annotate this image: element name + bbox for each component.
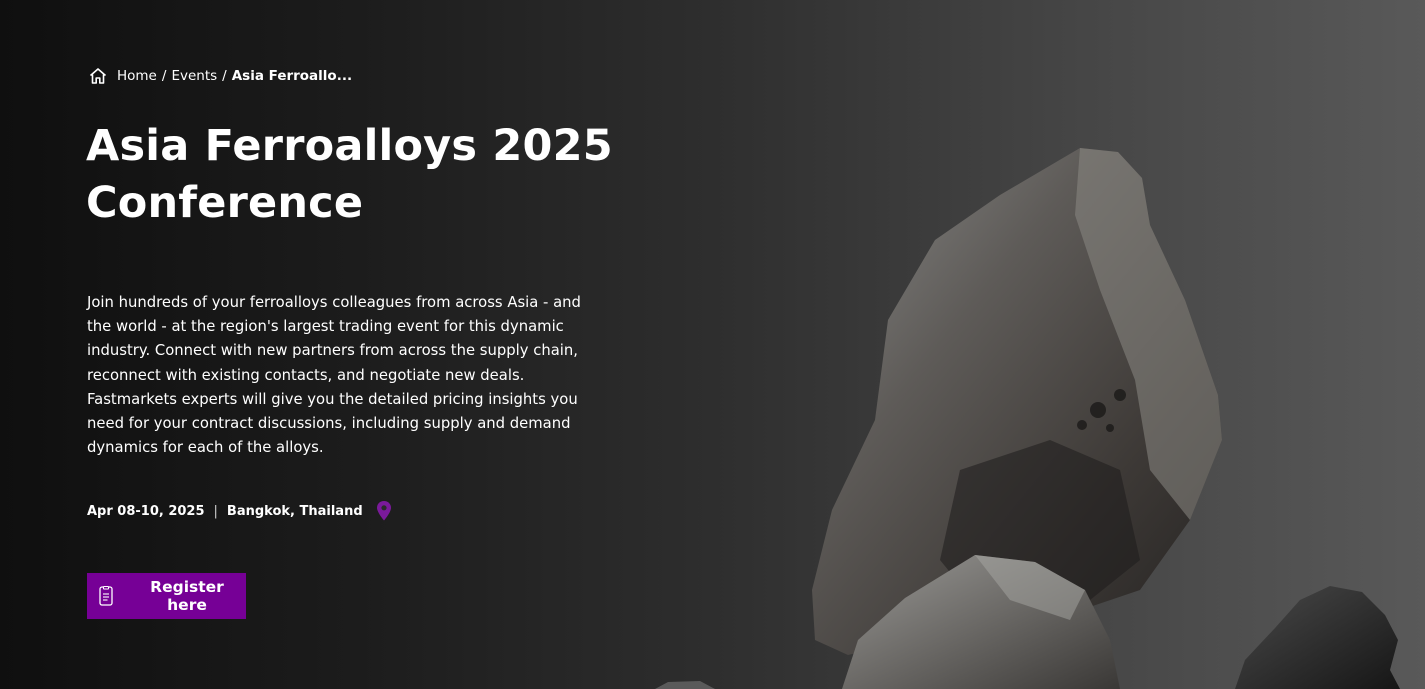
register-button-label: Register here (150, 578, 224, 614)
breadcrumb-current-page: Asia Ferroallo... (231, 68, 353, 84)
hero-section: Home / Events / Asia Ferroallo... Asia F… (0, 0, 1425, 689)
document-icon (99, 586, 113, 606)
register-button[interactable]: Register here (87, 573, 246, 619)
page-title-line-2: Conference (86, 178, 364, 228)
map-pin-icon[interactable] (376, 500, 392, 522)
meta-divider: | (213, 503, 218, 519)
event-description: Join hundreds of your ferroalloys collea… (87, 294, 581, 457)
event-date: Apr 08-10, 2025 (87, 503, 205, 519)
home-icon[interactable] (88, 66, 108, 86)
event-location: Bangkok, Thailand (226, 503, 363, 519)
page-title: Asia Ferroalloys 2025 Conference (86, 118, 646, 232)
page-title-line-1: Asia Ferroalloys 2025 (86, 121, 613, 171)
breadcrumb-link-home[interactable]: Home (117, 68, 157, 84)
event-meta: Apr 08-10, 2025 | Bangkok, Thailand (87, 500, 392, 522)
breadcrumb: Home / Events / Asia Ferroallo... (88, 66, 352, 86)
breadcrumb-link-events[interactable]: Events (171, 68, 217, 84)
breadcrumb-separator: / (161, 68, 167, 84)
breadcrumb-separator: / (222, 68, 227, 84)
